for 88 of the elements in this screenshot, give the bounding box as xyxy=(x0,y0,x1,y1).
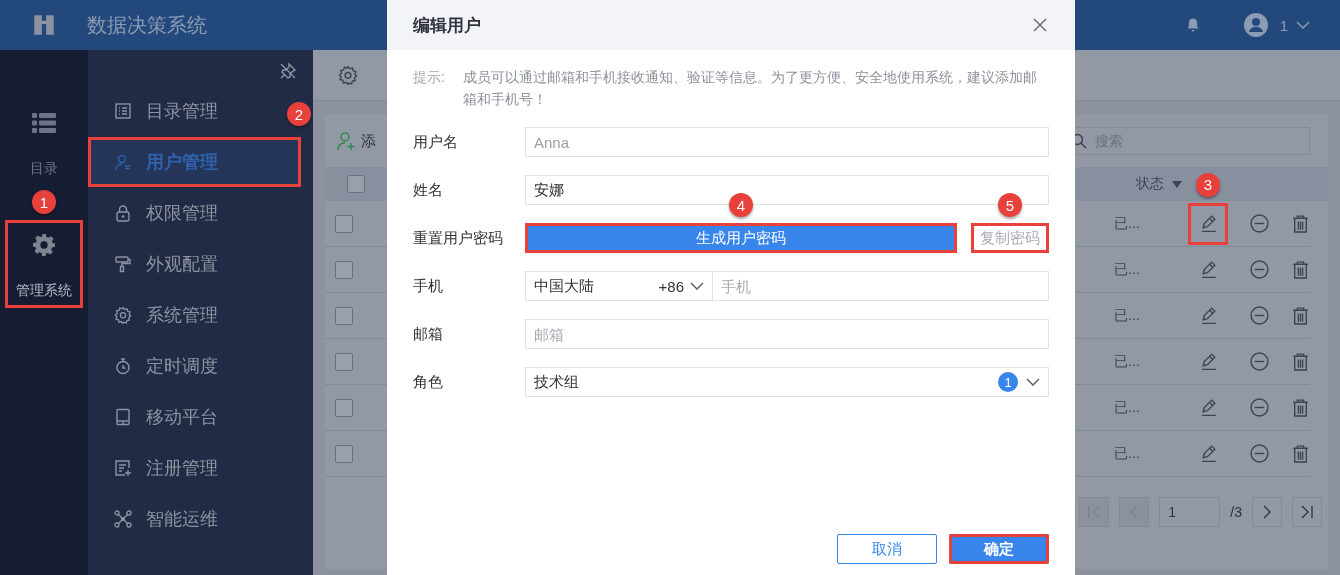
field-label: 手机 xyxy=(413,276,444,296)
dialog-title: 编辑用户 xyxy=(413,14,482,37)
table-cell-text: 已... xyxy=(1114,306,1141,325)
trash-icon[interactable] xyxy=(1291,306,1310,325)
generate-password-button[interactable]: 生成用户密码 xyxy=(525,223,957,253)
menu-item[interactable]: 权限管理 xyxy=(88,188,228,238)
checkbox[interactable] xyxy=(335,306,353,325)
callout-badge: 5 xyxy=(998,193,1022,217)
paint-roller-icon xyxy=(114,255,132,273)
cancel-button[interactable]: 取消 xyxy=(837,534,937,564)
gear-icon[interactable] xyxy=(338,65,358,85)
trash-icon[interactable] xyxy=(1291,444,1310,463)
gear-icon xyxy=(32,234,56,256)
avatar-icon[interactable] xyxy=(1243,13,1268,37)
last-page-button[interactable] xyxy=(1292,497,1322,527)
page-input[interactable]: 1 xyxy=(1159,497,1221,527)
trash-icon[interactable] xyxy=(1291,214,1310,233)
callout-badge: 1 xyxy=(32,190,56,214)
network-icon xyxy=(114,510,132,528)
menu-item[interactable]: 定时调度 xyxy=(88,341,228,391)
hint-label: 提示: xyxy=(413,68,445,87)
field-label: 角色 xyxy=(413,372,444,392)
checkbox[interactable] xyxy=(347,175,365,193)
disable-icon[interactable] xyxy=(1250,444,1269,463)
list-icon xyxy=(114,102,132,120)
checkbox[interactable] xyxy=(335,398,353,417)
user-icon xyxy=(114,153,132,171)
checkbox[interactable] xyxy=(335,214,353,233)
stopwatch-icon xyxy=(114,357,132,375)
menu-item[interactable]: 注册管理 xyxy=(88,443,228,493)
app-title: 数据决策系统 xyxy=(87,12,207,38)
hint-text: 成员可以通过邮箱和手机接收通知、验证等信息。为了更方便、安全地使用系统，建议添加邮箱和手机号！ xyxy=(462,68,1038,109)
region-select[interactable]: 中国大陆 +86 xyxy=(525,271,713,301)
disable-icon[interactable] xyxy=(1250,306,1269,325)
table-cell-text: 已... xyxy=(1114,352,1141,371)
unpin-icon[interactable] xyxy=(279,62,297,80)
chevron-right-icon xyxy=(1261,505,1273,519)
disable-icon[interactable] xyxy=(1250,398,1269,417)
next-page-button[interactable] xyxy=(1252,497,1282,527)
checkbox[interactable] xyxy=(335,444,353,463)
table-cell-text: 已... xyxy=(1114,444,1141,463)
rail-item[interactable]: 管理系统 xyxy=(5,220,83,308)
field-label: 重置用户密码 xyxy=(413,228,504,248)
sort-down-icon[interactable] xyxy=(1172,180,1182,188)
column-header[interactable]: 状态 xyxy=(1136,175,1164,193)
chevron-down-icon xyxy=(690,282,704,290)
disable-icon[interactable] xyxy=(1250,260,1269,279)
rail-item[interactable]: 目录 xyxy=(5,98,83,186)
input-field[interactable]: 邮箱 xyxy=(525,319,1049,349)
page-total: /3 xyxy=(1230,504,1242,520)
user-name[interactable]: 1 xyxy=(1279,16,1288,34)
gear-icon xyxy=(114,306,132,324)
edit-button[interactable] xyxy=(1188,202,1228,245)
list-icon xyxy=(32,112,56,134)
last-page-icon xyxy=(1301,505,1313,519)
logo-icon xyxy=(31,12,57,38)
field-label: 邮箱 xyxy=(413,324,444,344)
role-select[interactable]: 技术组 1 xyxy=(525,367,1049,397)
menu-item[interactable]: 智能运维 xyxy=(88,494,228,544)
form-add-icon xyxy=(114,459,132,477)
checkbox[interactable] xyxy=(335,260,353,279)
trash-icon[interactable] xyxy=(1291,352,1310,371)
table-cell-text: 已... xyxy=(1114,260,1141,279)
disable-icon[interactable] xyxy=(1250,214,1269,233)
field-label: 姓名 xyxy=(413,180,444,200)
bell-icon[interactable] xyxy=(1184,17,1201,33)
callout-badge: 4 xyxy=(729,193,753,217)
phone-field[interactable]: 手机 xyxy=(713,271,1049,301)
confirm-button[interactable]: 确定 xyxy=(949,534,1049,564)
trash-icon[interactable] xyxy=(1291,260,1310,279)
add-user-label[interactable]: 添 xyxy=(361,131,376,151)
table-cell-text: 已... xyxy=(1114,398,1141,417)
menu-item[interactable]: 外观配置 xyxy=(88,239,228,289)
chevron-down-icon xyxy=(1026,378,1040,386)
menu-item[interactable]: 目录管理 xyxy=(88,86,228,136)
callout-badge: 2 xyxy=(287,102,311,126)
table-cell-text: 已... xyxy=(1114,214,1141,233)
menu-item[interactable]: 移动平台 xyxy=(88,392,228,442)
lock-icon xyxy=(114,204,132,222)
menu-item[interactable]: 系统管理 xyxy=(88,290,228,340)
field-label: 用户名 xyxy=(413,132,459,152)
count-badge: 1 xyxy=(998,372,1018,392)
trash-icon[interactable] xyxy=(1291,398,1310,417)
disable-icon[interactable] xyxy=(1250,352,1269,371)
close-icon[interactable] xyxy=(1033,18,1047,32)
tablet-icon xyxy=(114,408,132,426)
checkbox[interactable] xyxy=(335,352,353,371)
chevron-down-icon[interactable] xyxy=(1296,21,1310,29)
